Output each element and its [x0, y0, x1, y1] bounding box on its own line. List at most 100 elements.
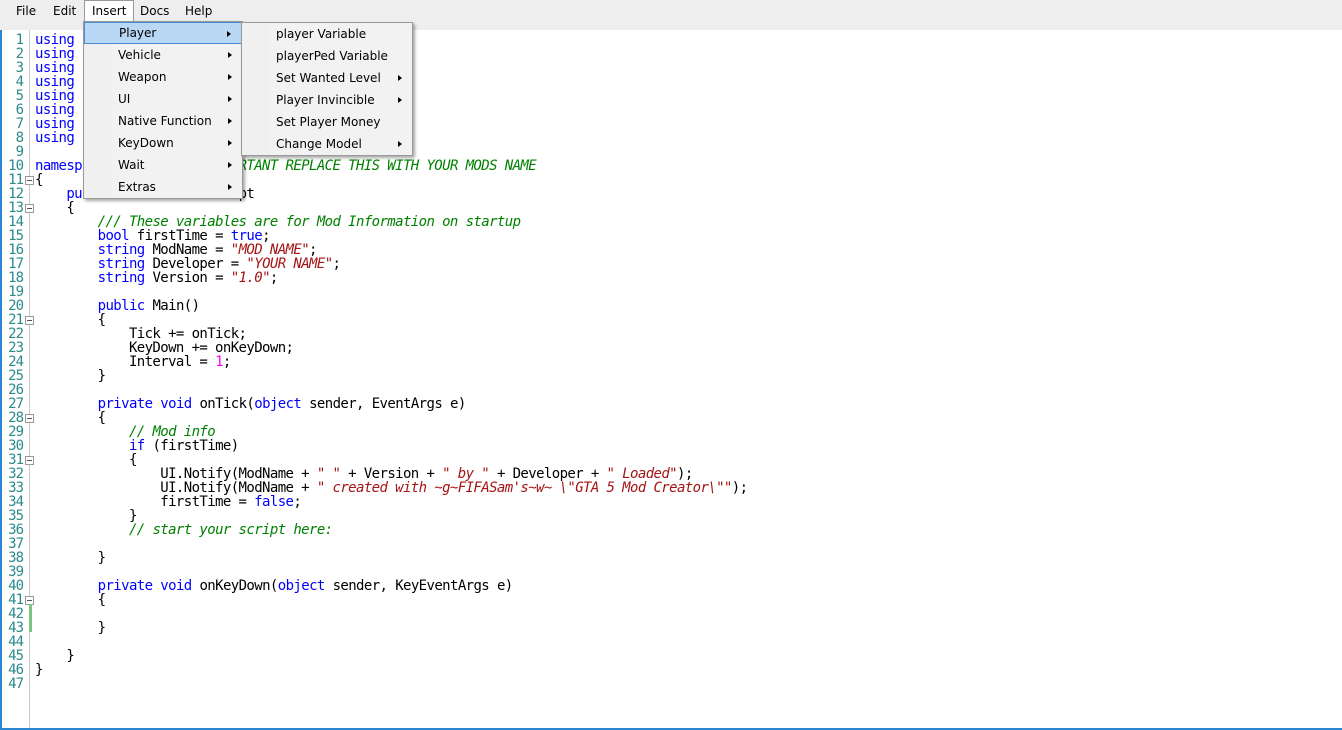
code-line[interactable]: 43 } — [0, 621, 1300, 635]
code-line[interactable]: 14 /// These variables are for Mod Infor… — [0, 215, 1300, 229]
code-line[interactable]: 18 string Version = "1.0"; — [0, 271, 1300, 285]
code-text: // Mod info — [128, 424, 216, 440]
line-number: 1 — [15, 32, 24, 48]
menu-insert[interactable]: Insert — [84, 0, 135, 22]
code-text: using — [35, 32, 75, 48]
code-text: firstTime = false; — [35, 494, 302, 510]
submenu-arrow-icon — [228, 74, 232, 80]
menu-item-set-player-money[interactable]: Set Player Money — [242, 111, 412, 133]
submenu-arrow-icon — [228, 162, 232, 168]
code-line[interactable]: 20 public Main() — [0, 299, 1300, 313]
code-line[interactable]: 32 UI.Notify(ModName + " " + Version + "… — [0, 467, 1300, 481]
code-text: } — [35, 648, 75, 664]
menu-help[interactable]: Help — [178, 0, 219, 22]
fold-toggle-icon[interactable] — [25, 456, 34, 465]
code-line[interactable]: 38 } — [0, 551, 1300, 565]
menu-item-keydown[interactable]: KeyDown — [84, 132, 242, 154]
code-line[interactable]: 46} — [0, 663, 1300, 677]
code-line[interactable]: 23 KeyDown += onKeyDown; — [0, 341, 1300, 355]
menu-item-weapon[interactable]: Weapon — [84, 66, 242, 88]
menu-item-label: Change Model — [276, 137, 362, 151]
line-number: 5 — [15, 88, 24, 104]
code-line[interactable]: 21 { — [0, 313, 1300, 327]
line-number: 21 — [8, 312, 24, 328]
menu-item-native-function[interactable]: Native Function — [84, 110, 242, 132]
submenu-arrow-icon — [228, 184, 232, 190]
fold-toggle-icon[interactable] — [25, 176, 34, 185]
menu-item-vehicle[interactable]: Vehicle — [84, 44, 242, 66]
menu-item-player-invincible[interactable]: Player Invincible — [242, 89, 412, 111]
code-line[interactable]: 15 bool firstTime = true; — [0, 229, 1300, 243]
line-number: 2 — [15, 46, 24, 62]
code-text: using — [35, 74, 75, 90]
code-line[interactable]: 45 } — [0, 649, 1300, 663]
line-number: 16 — [8, 242, 24, 258]
menu-file[interactable]: File — [9, 0, 43, 22]
code-text: UI.Notify(ModName + " created with ~g~FI… — [35, 480, 748, 496]
menu-item-set-wanted-level[interactable]: Set Wanted Level — [242, 67, 412, 89]
code-text: { — [35, 452, 137, 468]
menu-item-change-model[interactable]: Change Model — [242, 133, 412, 155]
code-line[interactable]: 24 Interval = 1; — [0, 355, 1300, 369]
code-text: { — [35, 410, 106, 426]
code-text: { — [35, 312, 106, 328]
menu-item-ui[interactable]: UI — [84, 88, 242, 110]
submenu-arrow-icon — [398, 97, 402, 103]
line-number: 40 — [8, 578, 24, 594]
code-line[interactable]: 41 { — [0, 593, 1300, 607]
line-number: 42 — [8, 606, 24, 622]
menu-item-extras[interactable]: Extras — [84, 176, 242, 198]
code-line[interactable]: 27 private void onTick(object sender, Ev… — [0, 397, 1300, 411]
line-number: 6 — [15, 102, 24, 118]
line-number: 17 — [8, 256, 24, 272]
code-line[interactable]: 13 { — [0, 201, 1300, 215]
line-number: 4 — [15, 74, 24, 90]
menu-item-player[interactable]: Player — [84, 22, 242, 44]
code-line[interactable]: 39 — [0, 565, 1300, 579]
code-line[interactable]: 26 — [0, 383, 1300, 397]
menu-item-label: Player — [119, 26, 157, 40]
code-line[interactable]: 36 // start your script here: — [0, 523, 1300, 537]
code-text: { — [35, 592, 106, 608]
code-line[interactable]: 47 — [0, 677, 1300, 691]
menu-item-playerped-variable[interactable]: playerPed Variable — [242, 45, 412, 67]
code-line[interactable]: 35 } — [0, 509, 1300, 523]
menu-item-player-variable[interactable]: player Variable — [242, 23, 412, 45]
code-line[interactable]: 19 — [0, 285, 1300, 299]
code-text: UI.Notify(ModName + " " + Version + " by… — [35, 466, 693, 482]
code-line[interactable]: 31 { — [0, 453, 1300, 467]
fold-toggle-icon[interactable] — [25, 414, 34, 423]
menu-docs[interactable]: Docs — [133, 0, 176, 22]
player-submenu: player Variable playerPed Variable Set Wan… — [241, 22, 413, 156]
submenu-arrow-icon — [228, 96, 232, 102]
code-text: // start your script here: — [128, 522, 333, 538]
code-line[interactable]: 25 } — [0, 369, 1300, 383]
menu-item-label: Player Invincible — [276, 93, 375, 107]
menu-item-wait[interactable]: Wait — [84, 154, 242, 176]
fold-toggle-icon[interactable] — [25, 316, 34, 325]
line-number: 9 — [15, 144, 24, 160]
line-number: 30 — [8, 438, 24, 454]
line-number: 32 — [8, 466, 24, 482]
code-line[interactable]: 30 if (firstTime) — [0, 439, 1300, 453]
menu-edit[interactable]: Edit — [46, 0, 83, 22]
code-text: if (firstTime) — [128, 438, 239, 454]
code-text: private void onKeyDown(object sender, Ke… — [97, 578, 514, 594]
code-line[interactable]: 34 firstTime = false; — [0, 495, 1300, 509]
code-line[interactable]: 29 // Mod info — [0, 425, 1300, 439]
fold-toggle-icon[interactable] — [25, 204, 34, 213]
code-line[interactable]: 40 private void onKeyDown(object sender,… — [0, 579, 1300, 593]
code-line[interactable]: 44 — [0, 635, 1300, 649]
code-line[interactable]: 17 string Developer = "YOUR NAME"; — [0, 257, 1300, 271]
code-line[interactable]: 42 — [0, 607, 1300, 621]
code-line[interactable]: 37 — [0, 537, 1300, 551]
code-text: /// These variables are for Mod Informat… — [97, 214, 521, 230]
code-line[interactable]: 33 UI.Notify(ModName + " created with ~g… — [0, 481, 1300, 495]
line-number: 26 — [8, 382, 24, 398]
line-number: 38 — [8, 550, 24, 566]
code-line[interactable]: 28 { — [0, 411, 1300, 425]
code-text: string ModName = "MOD NAME"; — [97, 242, 318, 258]
line-number: 25 — [8, 368, 24, 384]
code-line[interactable]: 22 Tick += onTick; — [0, 327, 1300, 341]
code-line[interactable]: 16 string ModName = "MOD NAME"; — [0, 243, 1300, 257]
